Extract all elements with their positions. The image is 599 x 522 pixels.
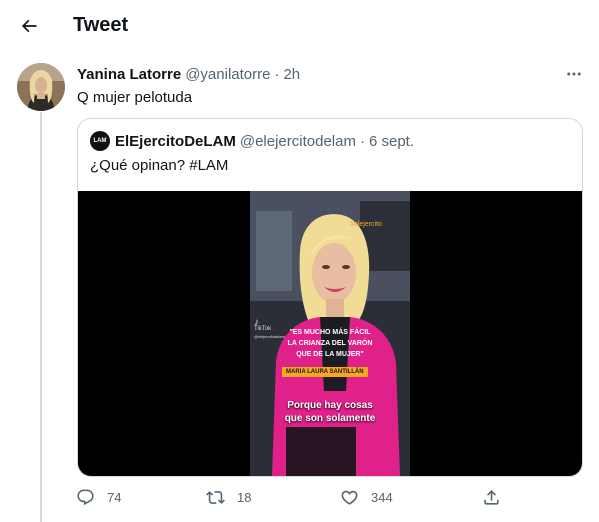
more-options-button[interactable]	[559, 62, 589, 86]
separator-dot: ·	[359, 133, 365, 150]
quote-text: ¿Qué opinan? #LAM	[90, 157, 229, 174]
retweet-button[interactable]: 18	[206, 483, 251, 511]
video-frame[interactable]: ♪ TikTok @elejercitodelam #elejercito "E…	[250, 191, 410, 476]
like-count: 344	[371, 489, 393, 505]
tweet-author-row: Yanina Latorre @yanilatorre · 2h	[77, 66, 300, 83]
tweet-text: Q mujer pelotuda	[77, 89, 193, 106]
author-name[interactable]: Yanina Latorre	[77, 66, 181, 83]
tweet-action-bar: 74 18 344	[0, 483, 599, 511]
quote-author-handle[interactable]: @elejercitodelam	[240, 133, 356, 150]
retweet-icon	[206, 490, 225, 504]
header-bar: Tweet	[0, 0, 599, 53]
share-button[interactable]	[482, 483, 501, 511]
video-caption-line-1: Porque hay cosas	[287, 400, 373, 411]
quote-author-row: ElEjercitoDeLAM @elejercitodelam · 6 sep…	[115, 133, 414, 150]
video-caption-line-2: que son solamente	[284, 413, 376, 424]
video-player[interactable]: ♪ TikTok @elejercitodelam #elejercito "E…	[78, 191, 582, 476]
like-button[interactable]: 344	[340, 483, 393, 511]
tiktok-icon: ♪	[254, 317, 259, 328]
heart-icon	[341, 490, 358, 505]
arrow-left-icon	[21, 19, 37, 33]
reply-icon	[77, 489, 94, 505]
reply-button[interactable]: 74	[76, 483, 121, 511]
share-icon	[484, 489, 499, 505]
speaker-tag: MARIA LAURA SANTILLÁN	[282, 367, 368, 377]
video-quote-line-1: "ES MUCHO MÁS FÁCIL	[289, 329, 371, 336]
video-quote-overlay: "ES MUCHO MÁS FÁCIL LA CRIANZA DEL VARÓN…	[250, 327, 410, 360]
quote-author-avatar[interactable]: LAM	[90, 131, 110, 151]
video-quote-line-3: QUE DE LA MUJER"	[296, 351, 364, 358]
separator-dot: ·	[274, 66, 280, 83]
video-quote-line-2: LA CRIANZA DEL VARÓN	[287, 340, 373, 347]
author-handle[interactable]: @yanilatorre	[185, 66, 270, 83]
tweet-timestamp[interactable]: 2h	[283, 66, 300, 83]
quoted-tweet-card[interactable]: LAM ElEjercitoDeLAM @elejercitodelam · 6…	[77, 118, 583, 477]
more-horizontal-icon	[567, 72, 581, 76]
quote-avatar-label: LAM	[93, 138, 107, 144]
quote-author-name[interactable]: ElEjercitoDeLAM	[115, 133, 236, 150]
quote-date: 6 sept.	[368, 133, 415, 150]
page-title: Tweet	[73, 14, 129, 36]
thread-connector-line	[40, 112, 42, 522]
reply-count: 74	[107, 489, 122, 505]
avatar-photo	[17, 63, 65, 111]
back-button[interactable]	[12, 9, 46, 43]
retweet-count: 18	[237, 489, 252, 505]
author-avatar[interactable]	[17, 63, 65, 111]
channel-tag: #elejercito	[350, 221, 382, 228]
video-caption: Porque hay cosas que son solamente	[250, 399, 410, 425]
